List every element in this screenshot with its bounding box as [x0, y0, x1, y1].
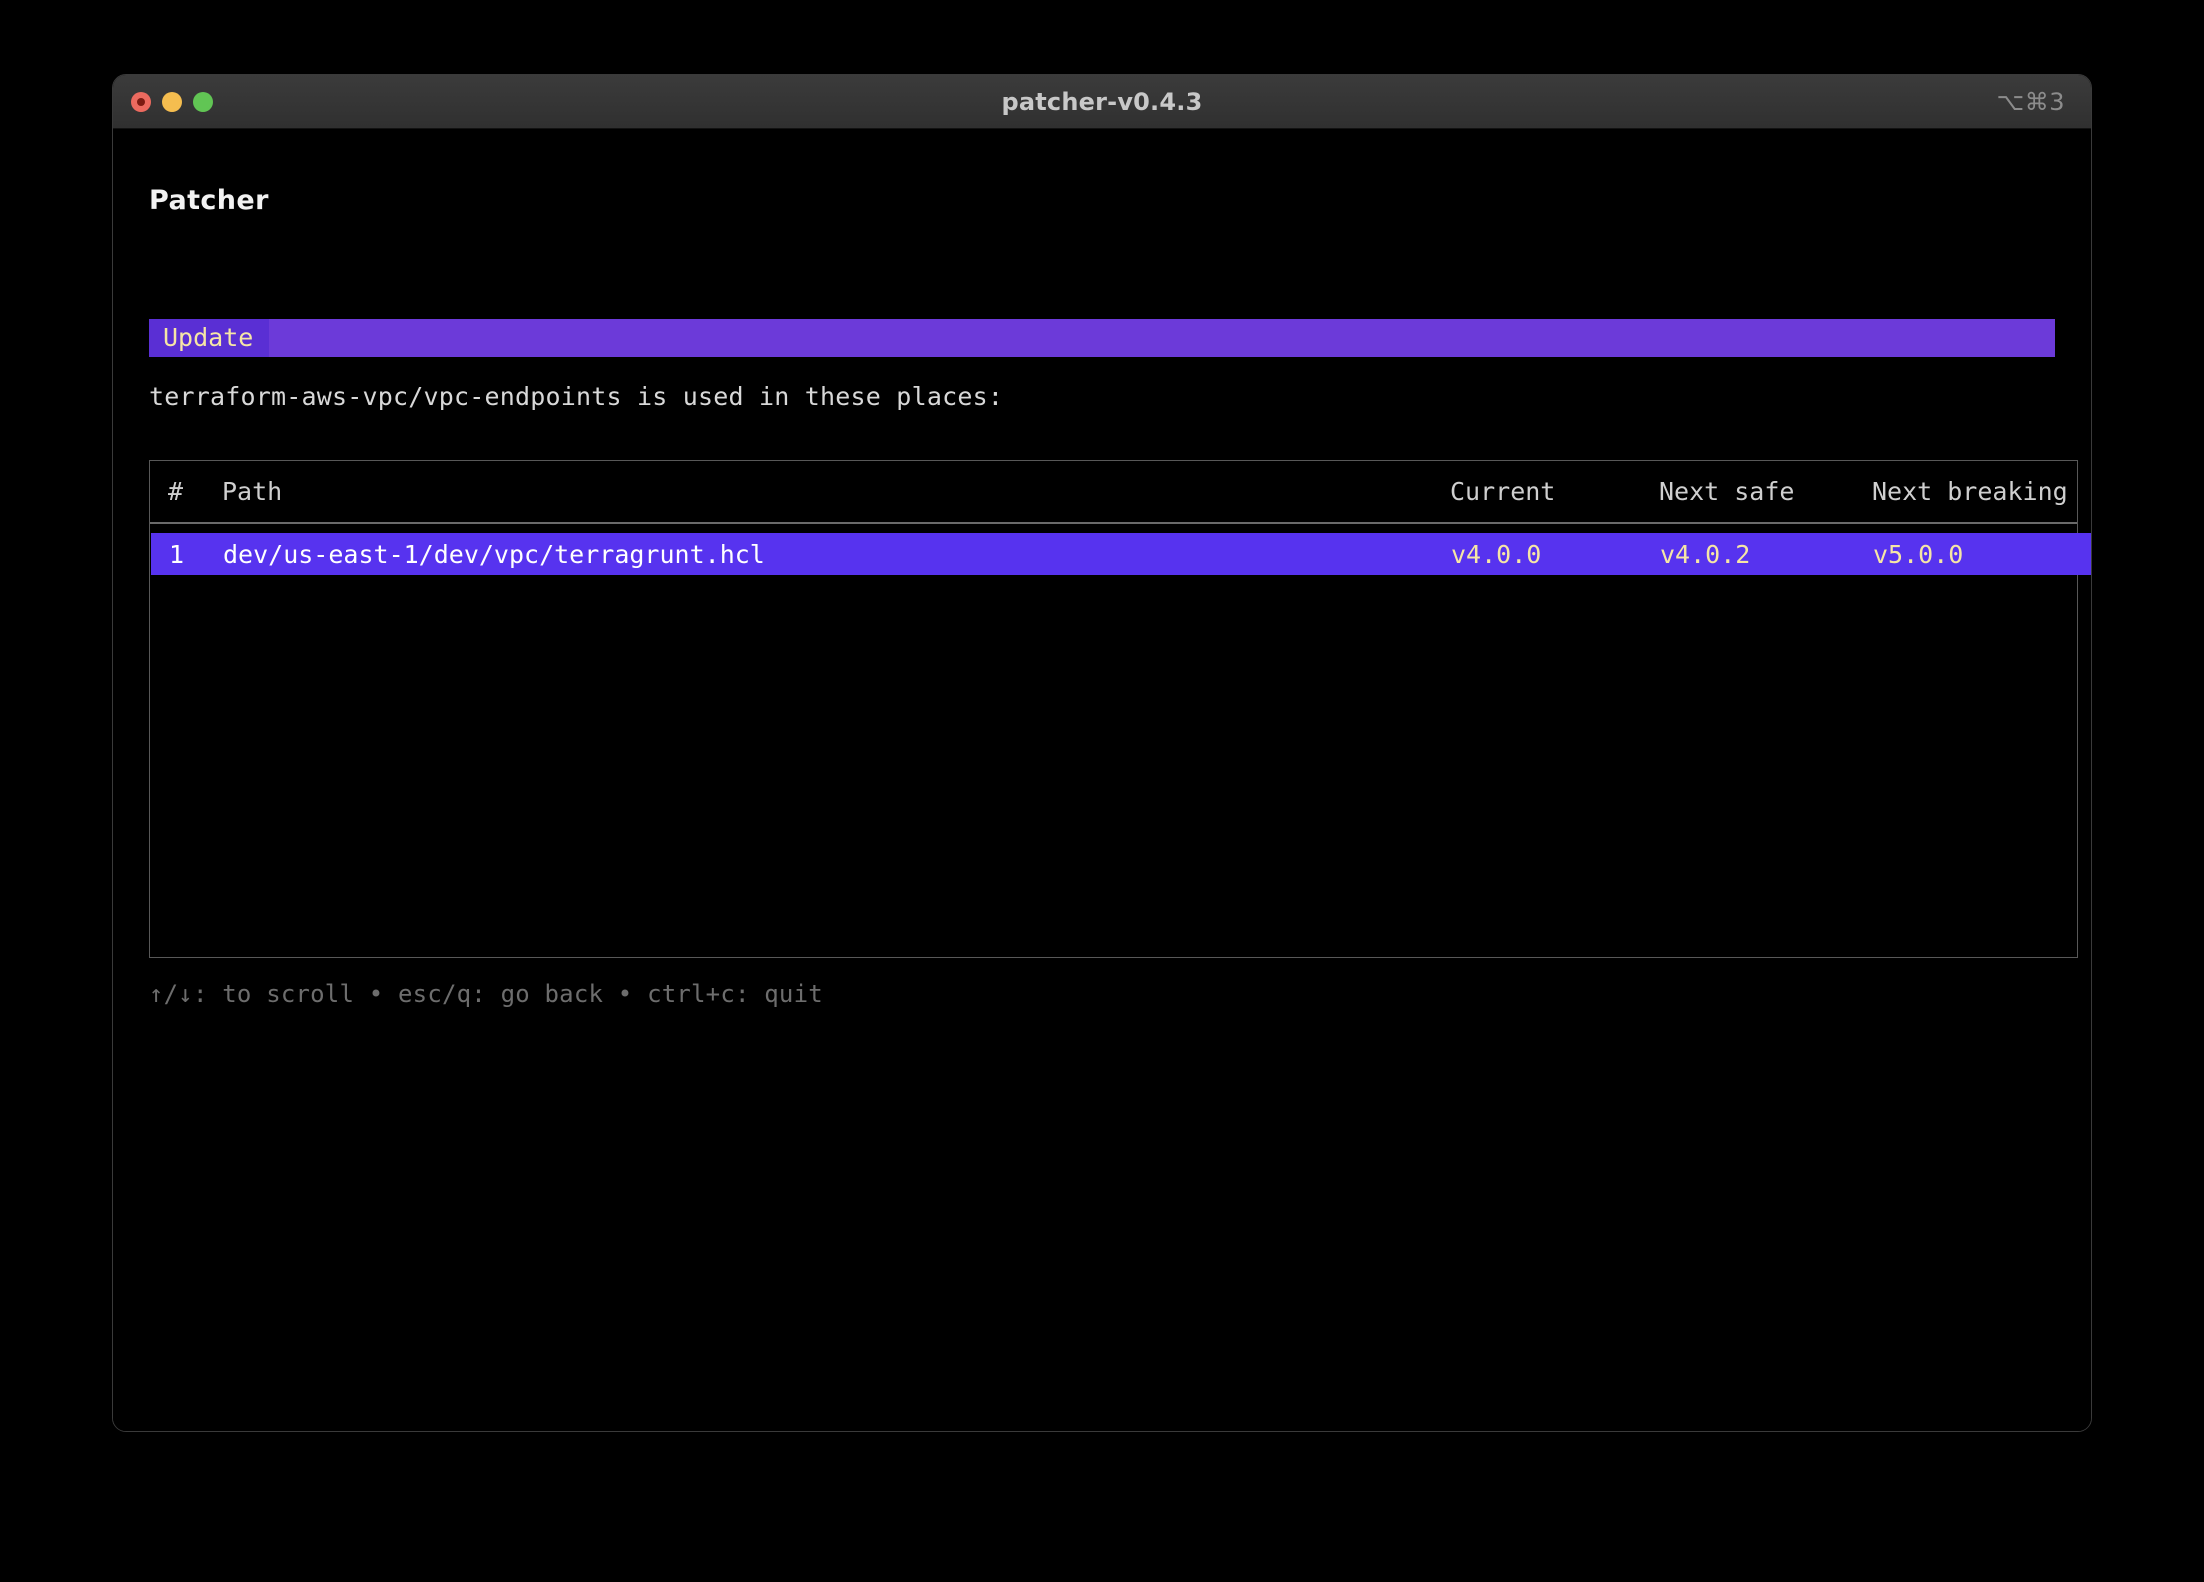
cell-index: 1	[169, 540, 184, 569]
column-header-index: #	[168, 477, 183, 506]
traffic-light-group	[131, 75, 213, 129]
close-window-icon[interactable]	[131, 92, 151, 112]
table-row[interactable]: 1 dev/us-east-1/dev/vpc/terragrunt.hcl v…	[151, 533, 2092, 575]
window-titlebar[interactable]: patcher-v0.4.3 ⌥⌘3	[113, 75, 2091, 129]
tab-bar-filler	[269, 319, 2055, 357]
column-header-next-breaking: Next breaking	[1872, 477, 2068, 506]
terminal-content: Patcher Update terraform-aws-vpc/vpc-end…	[113, 129, 2091, 1431]
table-header-row: # Path Current Next safe Next breaking	[150, 461, 2077, 524]
column-header-next-safe: Next safe	[1659, 477, 1794, 506]
cell-current: v4.0.0	[1451, 540, 1541, 569]
keyboard-help-text: ↑/↓: to scroll • esc/q: go back • ctrl+c…	[149, 980, 823, 1008]
column-header-current: Current	[1450, 477, 1555, 506]
cell-next-safe: v4.0.2	[1660, 540, 1750, 569]
app-title: Patcher	[149, 185, 269, 216]
window-title: patcher-v0.4.3	[113, 88, 2091, 116]
usage-table: # Path Current Next safe Next breaking 1…	[149, 460, 2078, 958]
dependency-usage-subtitle: terraform-aws-vpc/vpc-endpoints is used …	[149, 382, 1003, 411]
cell-path: dev/us-east-1/dev/vpc/terragrunt.hcl	[223, 540, 765, 569]
tab-update[interactable]: Update	[149, 319, 269, 357]
maximize-window-icon[interactable]	[193, 92, 213, 112]
window-shortcut-indicator: ⌥⌘3	[1997, 75, 2065, 129]
terminal-window: patcher-v0.4.3 ⌥⌘3 Patcher Update terraf…	[112, 74, 2092, 1432]
cell-next-breaking: v5.0.0	[1873, 540, 1963, 569]
column-header-path: Path	[222, 477, 282, 506]
minimize-window-icon[interactable]	[162, 92, 182, 112]
tab-bar: Update	[149, 319, 2055, 357]
